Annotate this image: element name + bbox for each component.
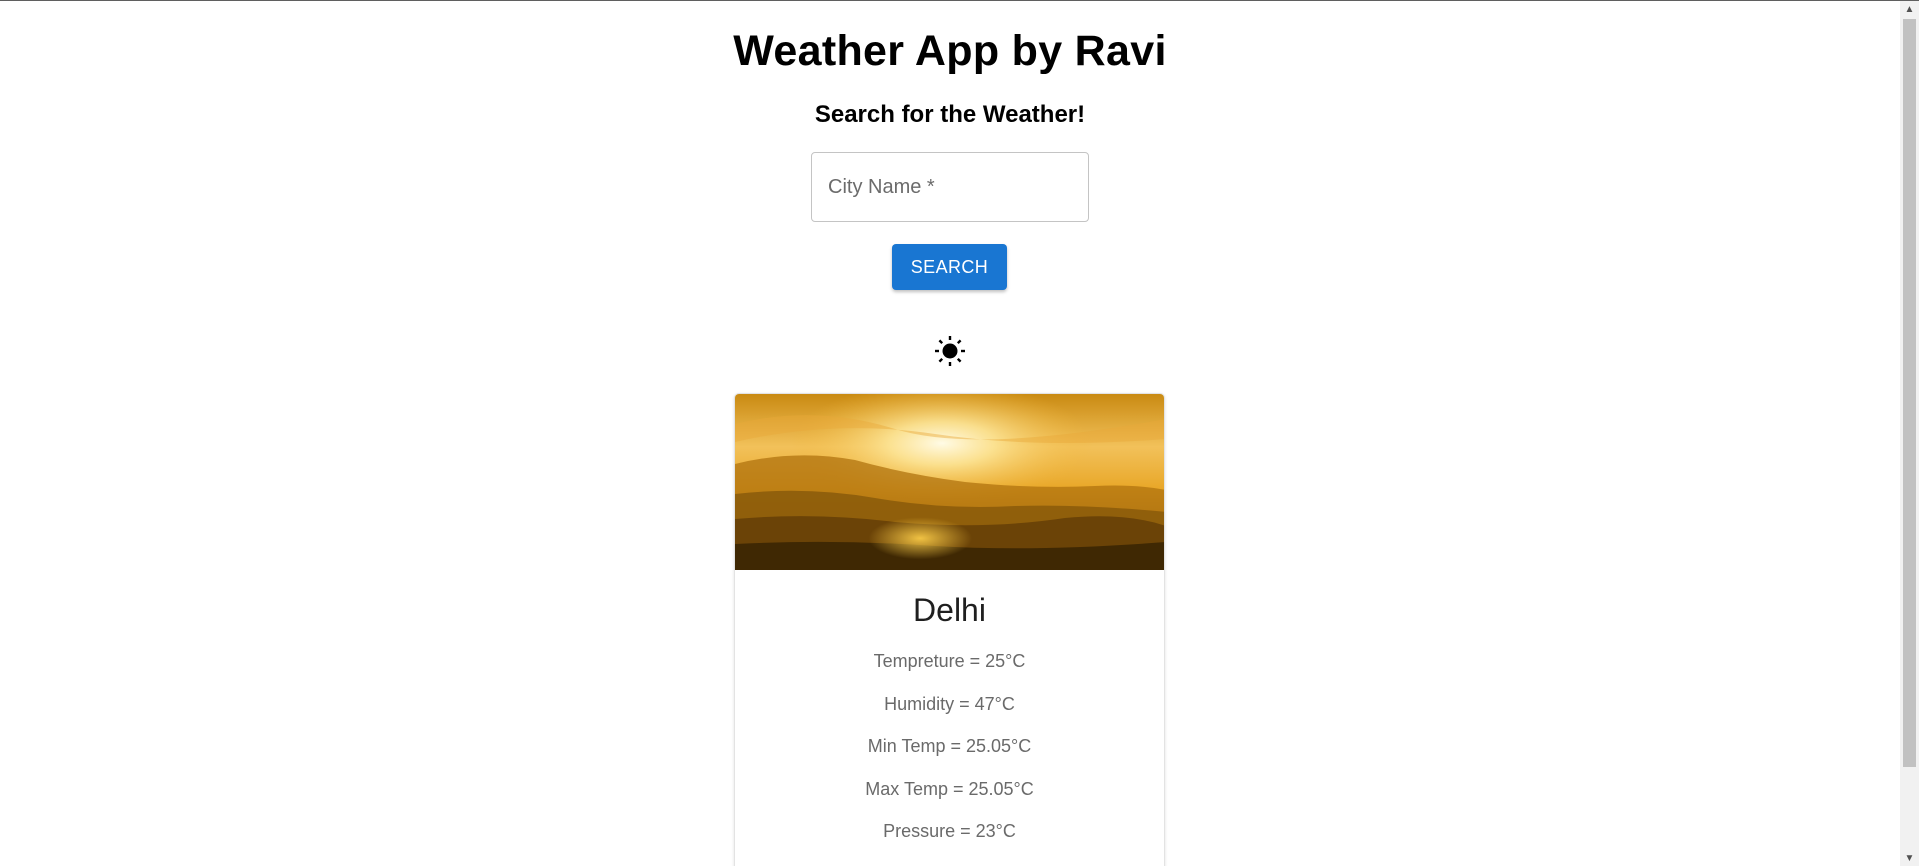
city-name: Delhi [913,592,986,628]
min-temp-text: Min Temp = 25.05°C [867,736,1032,756]
search-button[interactable]: SEARCH [892,244,1007,290]
city-name-placeholder: City Name * [828,176,935,198]
pressure-text: Pressure = 23°C [883,821,1016,841]
temperature-text: Tempreture = 25°C [873,651,1026,671]
vertical-scrollbar[interactable]: ▲ ▼ [1900,1,1919,866]
scrollbar-thumb[interactable] [1903,19,1916,767]
scroll-down-arrow-icon[interactable]: ▼ [1900,850,1919,866]
page-subtitle: Search for the Weather! [814,101,1086,128]
max-temp-text: Max Temp = 25.05°C [865,778,1034,799]
sunset-image [735,394,1164,570]
scroll-up-arrow-icon[interactable]: ▲ [1900,1,1919,18]
weather-app-page: Weather App by Ravi Search for the Weath… [0,1,1900,866]
page-title: Weather App by Ravi [733,27,1167,75]
sun-icon [935,336,965,366]
humidity-text: Humidity = 47°C [884,693,1015,714]
weather-card: Delhi Tempreture = 25°C Humidity = 47°C … [734,393,1165,866]
weather-stats: Tempreture = 25°C Humidity = 47°C Min Te… [735,640,1164,853]
city-name-input[interactable]: City Name * [811,152,1089,222]
